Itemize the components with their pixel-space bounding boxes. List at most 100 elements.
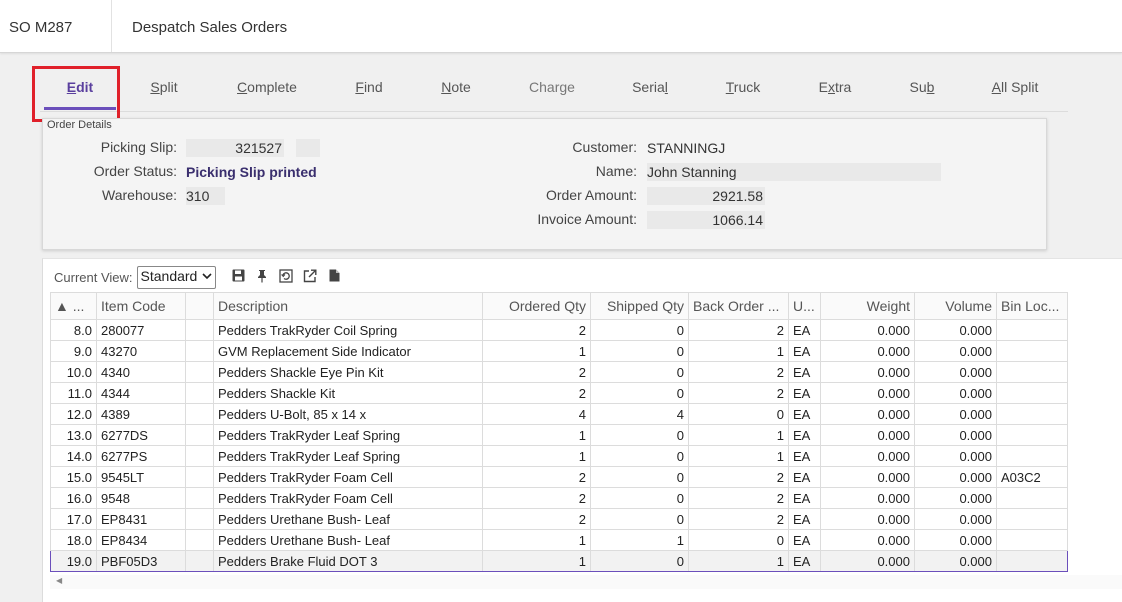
cell-shipped-qty[interactable]: 0: [590, 424, 689, 446]
cell-description[interactable]: Pedders Urethane Bush- Leaf: [213, 529, 483, 551]
cell-shipped-qty[interactable]: 0: [590, 487, 689, 509]
cell-blank[interactable]: [185, 550, 214, 572]
cell-back-order[interactable]: 2: [688, 319, 789, 341]
table-row[interactable]: 17.0 EP8431 Pedders Urethane Bush- Leaf 2 0 2…: [50, 508, 1068, 530]
cell-ordered-qty[interactable]: 1: [482, 340, 591, 362]
cell-bin-location[interactable]: [996, 361, 1068, 383]
cell-bin-location[interactable]: [996, 424, 1068, 446]
cell-unit[interactable]: EA: [788, 445, 821, 467]
restore-view-button[interactable]: [274, 266, 298, 288]
column-header-weight[interactable]: Weight: [820, 292, 915, 320]
cell-line[interactable]: 13.0: [50, 424, 97, 446]
cell-item-code[interactable]: 280077: [96, 319, 186, 341]
cell-description[interactable]: Pedders TrakRyder Leaf Spring: [213, 445, 483, 467]
column-header-line[interactable]: ▲ ...: [50, 292, 97, 320]
table-row[interactable]: 18.0 EP8434 Pedders Urethane Bush- Leaf 1 1 0…: [50, 529, 1068, 551]
table-row[interactable]: 10.0 4340 Pedders Shackle Eye Pin Kit 2 0 2 EA…: [50, 361, 1068, 383]
cell-back-order[interactable]: 2: [688, 361, 789, 383]
cell-description[interactable]: Pedders TrakRyder Leaf Spring: [213, 424, 483, 446]
cell-volume[interactable]: 0.000: [914, 487, 997, 509]
cell-description[interactable]: Pedders TrakRyder Foam Cell: [213, 466, 483, 488]
export-view-button[interactable]: [298, 266, 322, 288]
cell-item-code[interactable]: 43270: [96, 340, 186, 362]
column-header-back-order[interactable]: Back Order ...: [688, 292, 789, 320]
cell-line[interactable]: 9.0: [50, 340, 97, 362]
column-header-ordered-qty[interactable]: Ordered Qty: [482, 292, 591, 320]
cell-ordered-qty[interactable]: 2: [482, 382, 591, 404]
cell-line[interactable]: 19.0: [50, 550, 97, 572]
cell-blank[interactable]: [185, 466, 214, 488]
cell-item-code[interactable]: 4389: [96, 403, 186, 425]
tab-complete[interactable]: Complete: [226, 66, 308, 110]
cell-back-order[interactable]: 2: [688, 466, 789, 488]
cell-line[interactable]: 8.0: [50, 319, 97, 341]
cell-bin-location[interactable]: [996, 487, 1068, 509]
cell-description[interactable]: GVM Replacement Side Indicator: [213, 340, 483, 362]
cell-weight[interactable]: 0.000: [820, 550, 915, 572]
cell-back-order[interactable]: 2: [688, 382, 789, 404]
cell-unit[interactable]: EA: [788, 466, 821, 488]
cell-blank[interactable]: [185, 361, 214, 383]
cell-ordered-qty[interactable]: 2: [482, 487, 591, 509]
cell-shipped-qty[interactable]: 0: [590, 466, 689, 488]
cell-item-code[interactable]: EP8431: [96, 508, 186, 530]
cell-blank[interactable]: [185, 529, 214, 551]
cell-unit[interactable]: EA: [788, 340, 821, 362]
cell-weight[interactable]: 0.000: [820, 487, 915, 509]
cell-description[interactable]: Pedders Shackle Eye Pin Kit: [213, 361, 483, 383]
cell-unit[interactable]: EA: [788, 403, 821, 425]
cell-description[interactable]: Pedders TrakRyder Foam Cell: [213, 487, 483, 509]
cell-back-order[interactable]: 2: [688, 487, 789, 509]
cell-unit[interactable]: EA: [788, 424, 821, 446]
cell-bin-location[interactable]: A03C2: [996, 466, 1068, 488]
cell-ordered-qty[interactable]: 2: [482, 361, 591, 383]
tab-charge[interactable]: Charge: [520, 66, 584, 110]
cell-shipped-qty[interactable]: 4: [590, 403, 689, 425]
column-header-shipped-qty[interactable]: Shipped Qty: [590, 292, 689, 320]
cell-blank[interactable]: [185, 424, 214, 446]
cell-weight[interactable]: 0.000: [820, 319, 915, 341]
cell-weight[interactable]: 0.000: [820, 508, 915, 530]
cell-line[interactable]: 16.0: [50, 487, 97, 509]
table-row[interactable]: 15.0 9545LT Pedders TrakRyder Foam Cell 2 0 2…: [50, 466, 1068, 488]
cell-ordered-qty[interactable]: 1: [482, 550, 591, 572]
cell-line[interactable]: 18.0: [50, 529, 97, 551]
column-header-item-code[interactable]: Item Code: [96, 292, 186, 320]
tab-all-split[interactable]: All Split: [982, 66, 1048, 110]
cell-line[interactable]: 14.0: [50, 445, 97, 467]
cell-volume[interactable]: 0.000: [914, 319, 997, 341]
cell-ordered-qty[interactable]: 2: [482, 319, 591, 341]
cell-shipped-qty[interactable]: 0: [590, 445, 689, 467]
horizontal-scrollbar[interactable]: ◀: [50, 575, 1122, 589]
cell-ordered-qty[interactable]: 2: [482, 508, 591, 530]
tab-sub[interactable]: Sub: [898, 66, 946, 110]
cell-item-code[interactable]: 6277PS: [96, 445, 186, 467]
cell-back-order[interactable]: 2: [688, 508, 789, 530]
cell-line[interactable]: 17.0: [50, 508, 97, 530]
cell-bin-location[interactable]: [996, 319, 1068, 341]
cell-blank[interactable]: [185, 319, 214, 341]
tab-split[interactable]: Split: [136, 66, 192, 110]
column-header-blank[interactable]: [185, 292, 214, 320]
tab-truck[interactable]: Truck: [714, 66, 772, 110]
cell-volume[interactable]: 0.000: [914, 445, 997, 467]
cell-unit[interactable]: EA: [788, 529, 821, 551]
cell-back-order[interactable]: 1: [688, 550, 789, 572]
cell-blank[interactable]: [185, 487, 214, 509]
cell-volume[interactable]: 0.000: [914, 508, 997, 530]
cell-line[interactable]: 12.0: [50, 403, 97, 425]
cell-description[interactable]: Pedders U-Bolt, 85 x 14 x: [213, 403, 483, 425]
cell-blank[interactable]: [185, 403, 214, 425]
cell-shipped-qty[interactable]: 0: [590, 508, 689, 530]
cell-ordered-qty[interactable]: 1: [482, 424, 591, 446]
cell-bin-location[interactable]: [996, 340, 1068, 362]
cell-shipped-qty[interactable]: 1: [590, 529, 689, 551]
cell-item-code[interactable]: PBF05D3: [96, 550, 186, 572]
tab-edit[interactable]: Edit: [44, 66, 116, 110]
cell-back-order[interactable]: 1: [688, 340, 789, 362]
column-header-volume[interactable]: Volume: [914, 292, 997, 320]
table-row[interactable]: 11.0 4344 Pedders Shackle Kit 2 0 2 EA 0.000 0.0…: [50, 382, 1068, 404]
cell-bin-location[interactable]: [996, 445, 1068, 467]
cell-ordered-qty[interactable]: 1: [482, 529, 591, 551]
cell-unit[interactable]: EA: [788, 382, 821, 404]
